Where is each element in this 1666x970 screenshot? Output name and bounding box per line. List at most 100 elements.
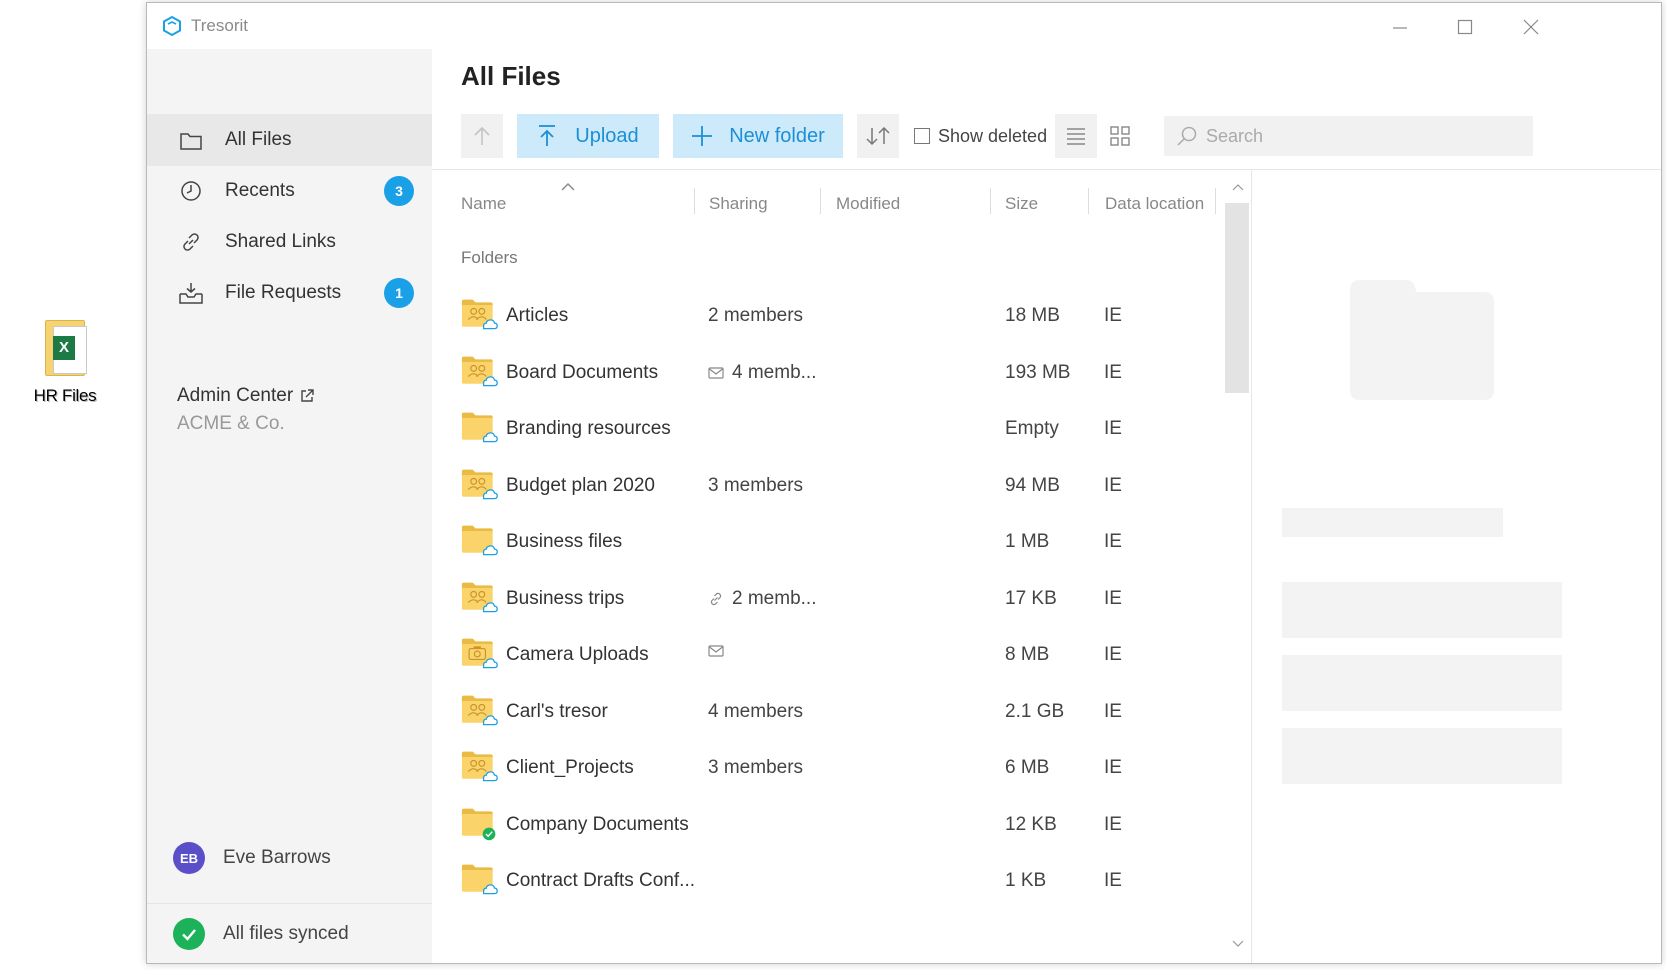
admin-center[interactable]: Admin Center ACME & Co. [177, 385, 315, 435]
folder-name[interactable]: Budget plan 2020 [506, 475, 655, 497]
folder-icon [461, 864, 498, 895]
sort-button[interactable] [857, 114, 899, 158]
column-header-name[interactable]: Name [461, 194, 506, 214]
column-divider[interactable] [1088, 188, 1089, 214]
page-title: All Files [461, 61, 561, 91]
table-row[interactable]: Business files 1 MB IE [432, 517, 1222, 573]
table-row[interactable]: Articles 2 members 18 MB IE [432, 291, 1222, 347]
column-header-size[interactable]: Size [1005, 194, 1038, 214]
sharing-info[interactable]: 3 members [708, 757, 803, 779]
folder-name[interactable]: Business files [506, 531, 622, 553]
plus-icon [692, 126, 713, 146]
folder-icon [177, 126, 205, 154]
link-icon [710, 592, 722, 605]
show-deleted-toggle[interactable]: Show deleted [914, 114, 1047, 158]
sidebar-item-label: File Requests [225, 282, 342, 303]
table-row[interactable]: Business trips 2 memb... 17 KB IE [432, 574, 1222, 630]
table-row[interactable]: Branding resources Empty IE [432, 404, 1222, 460]
sharing-info[interactable]: 4 members [708, 701, 803, 723]
column-header-modified[interactable]: Modified [836, 194, 900, 214]
folder-size: 17 KB [1005, 587, 1057, 609]
column-header-data-location[interactable]: Data location [1105, 194, 1204, 214]
admin-center-link[interactable]: Admin Center [177, 385, 293, 407]
table-row[interactable]: Board Documents 4 memb... 193 MB IE [432, 348, 1222, 404]
column-divider[interactable] [1215, 188, 1216, 214]
sync-status[interactable]: All files synced [147, 903, 432, 963]
excel-file-icon: X [39, 318, 91, 378]
folder-name[interactable]: Articles [506, 305, 568, 327]
folder-name[interactable]: Carl's tresor [506, 701, 608, 723]
avatar: EB [173, 842, 205, 874]
column-header-sharing[interactable]: Sharing [709, 194, 768, 214]
sharing-info[interactable]: 3 members [708, 475, 803, 497]
mail-icon [708, 645, 724, 657]
upload-button[interactable]: Upload [517, 114, 659, 158]
scroll-down-icon[interactable] [1232, 940, 1244, 948]
sharing-info[interactable] [708, 644, 732, 658]
folder-size: 6 MB [1005, 757, 1050, 778]
shared-folder-icon [461, 751, 498, 782]
grid-view-button[interactable] [1099, 114, 1141, 158]
scrollbar-thumb[interactable] [1225, 203, 1249, 393]
sidebar-item-all-files[interactable]: All Files [147, 114, 432, 166]
sidebar-item-file-requests[interactable]: File Requests 1 [147, 267, 432, 319]
scroll-up-icon[interactable] [1232, 183, 1244, 191]
sharing-info[interactable]: 2 members [708, 305, 803, 327]
search-input[interactable]: Search [1164, 116, 1533, 156]
folder-name[interactable]: Camera Uploads [506, 644, 649, 666]
sharing-info[interactable]: 2 memb... [708, 588, 816, 610]
folder-name[interactable]: Contract Drafts Conf... [506, 870, 695, 892]
list-view-button[interactable] [1055, 114, 1097, 158]
column-divider[interactable] [990, 188, 991, 214]
folder-name[interactable]: Board Documents [506, 362, 658, 384]
shared-folder-icon [461, 582, 498, 612]
search-icon [1177, 126, 1197, 146]
shared-folder-icon [461, 695, 498, 725]
data-location: IE [1104, 474, 1122, 496]
data-location: IE [1104, 870, 1122, 891]
upload-icon [539, 125, 556, 146]
table-row[interactable]: Budget plan 2020 3 members 94 MB IE [432, 461, 1222, 517]
title-bar[interactable]: Tresorit [147, 3, 1661, 49]
folder-name[interactable]: Company Documents [506, 814, 689, 836]
data-location: IE [1104, 418, 1122, 439]
maximize-button[interactable] [1437, 11, 1493, 43]
table-row[interactable]: Company Documents 12 KB IE [432, 800, 1222, 856]
file-list: Name Sharing Modified Size Data location… [432, 170, 1252, 963]
folder-name[interactable]: Client_Projects [506, 757, 634, 779]
column-divider[interactable] [820, 188, 821, 214]
desktop-file-icon[interactable]: X HR Files [28, 318, 102, 406]
user-profile[interactable]: EB Eve Barrows [173, 842, 331, 874]
folder-name[interactable]: Branding resources [506, 418, 671, 440]
show-deleted-checkbox[interactable] [914, 128, 930, 144]
main-panel: All Files Upload New folder Show deleted… [432, 49, 1661, 963]
new-folder-button[interactable]: New folder [673, 114, 843, 158]
table-row[interactable]: Camera Uploads 8 MB IE [432, 630, 1222, 686]
desktop-icon-label: HR Files [33, 386, 97, 405]
user-name: Eve Barrows [223, 847, 331, 868]
folder-icon [461, 412, 498, 443]
tresorit-logo-icon [163, 15, 181, 37]
close-button[interactable] [1503, 11, 1559, 43]
table-row[interactable]: Client_Projects 3 members 6 MB IE [432, 743, 1222, 799]
minimize-button[interactable] [1372, 11, 1428, 43]
search-placeholder: Search [1206, 125, 1264, 146]
sidebar-item-label: Shared Links [225, 231, 336, 252]
sharing-text: 4 memb... [732, 361, 817, 383]
column-divider[interactable] [694, 188, 695, 214]
sort-ascending-icon[interactable] [561, 182, 575, 192]
sidebar-item-shared-links[interactable]: Shared Links [147, 216, 432, 268]
sharing-info[interactable]: 4 memb... [708, 362, 816, 384]
sidebar-item-recents[interactable]: Recents 3 [147, 165, 432, 217]
table-row[interactable]: Carl's tresor 4 members 2.1 GB IE [432, 687, 1222, 743]
table-row[interactable]: Contract Drafts Conf... 1 KB IE [432, 856, 1222, 912]
folder-size: Empty [1005, 418, 1059, 439]
grid-view-icon [1110, 126, 1130, 146]
go-up-button[interactable] [461, 114, 503, 158]
data-location: IE [1104, 305, 1122, 326]
folder-size: 12 KB [1005, 813, 1057, 835]
folder-name[interactable]: Business trips [506, 588, 624, 610]
folder-size: 18 MB [1005, 305, 1060, 326]
show-deleted-label: Show deleted [938, 125, 1048, 146]
sharing-text: 3 members [708, 757, 804, 778]
